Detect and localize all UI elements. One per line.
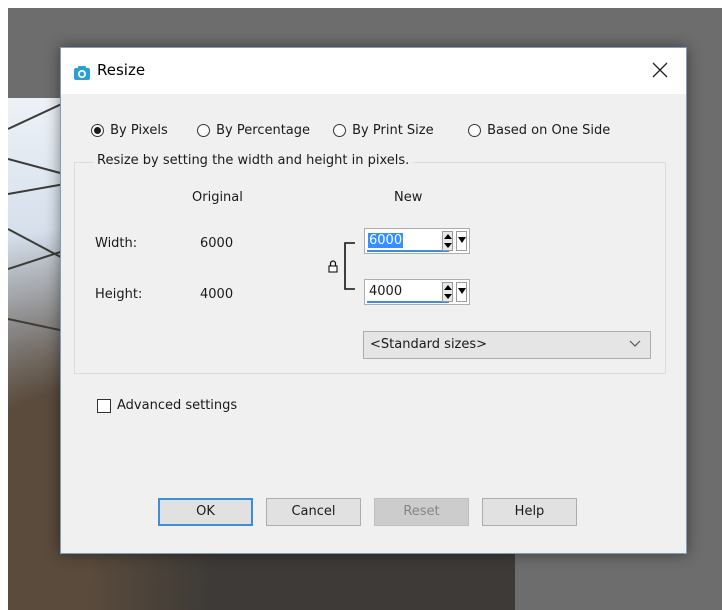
- radio-by-percentage[interactable]: By Percentage: [197, 123, 310, 141]
- close-icon[interactable]: [648, 58, 672, 82]
- advanced-settings-label[interactable]: Advanced settings: [117, 398, 237, 413]
- height-label: Height:: [95, 287, 143, 302]
- height-new-value[interactable]: 4000: [369, 284, 402, 299]
- radio-by-print-size[interactable]: By Print Size: [333, 123, 434, 141]
- increment-arrow-icon[interactable]: [444, 234, 452, 239]
- standard-sizes-dropdown[interactable]: <Standard sizes>: [363, 331, 651, 359]
- radio-button[interactable]: [91, 124, 104, 137]
- width-spinbox[interactable]: 6000: [364, 228, 470, 254]
- width-label: Width:: [95, 236, 138, 251]
- resize-dialog: Resize By Pixels By Percentage By Print …: [60, 47, 687, 554]
- decrement-arrow-icon[interactable]: [444, 294, 452, 299]
- dialog-title: Resize: [97, 61, 146, 79]
- increment-arrow-icon[interactable]: [444, 285, 452, 290]
- column-header-new: New: [394, 190, 423, 205]
- width-stepper[interactable]: [442, 231, 453, 251]
- radio-by-pixels[interactable]: By Pixels: [91, 123, 168, 141]
- group-caption: Resize by setting the width and height i…: [93, 153, 414, 168]
- height-spinbox[interactable]: 4000: [364, 279, 470, 305]
- width-preset-arrow-icon[interactable]: [456, 231, 467, 251]
- column-header-original: Original: [192, 190, 243, 205]
- reset-button: Reset: [374, 498, 469, 526]
- radio-label: Based on One Side: [487, 123, 611, 138]
- radio-label: By Percentage: [216, 123, 311, 138]
- radio-label: By Print Size: [352, 123, 434, 138]
- camera-icon: [73, 65, 91, 85]
- height-original-value: 4000: [200, 287, 234, 302]
- radio-button[interactable]: [468, 124, 481, 137]
- spinbox-underline: [367, 250, 449, 252]
- width-original-value: 6000: [200, 236, 234, 251]
- width-new-value[interactable]: 6000: [368, 233, 404, 248]
- radio-label: By Pixels: [110, 123, 168, 138]
- title-bar: Resize: [61, 48, 686, 94]
- dropdown-selected-value: <Standard sizes>: [370, 337, 488, 352]
- radio-based-on-one-side[interactable]: Based on One Side: [468, 123, 610, 141]
- padlock-icon[interactable]: [328, 260, 338, 277]
- radio-button[interactable]: [197, 124, 210, 137]
- spinbox-underline: [367, 301, 449, 303]
- ok-button[interactable]: OK: [158, 498, 253, 526]
- advanced-settings-checkbox[interactable]: [97, 399, 111, 413]
- cancel-button[interactable]: Cancel: [266, 498, 361, 526]
- height-stepper[interactable]: [442, 282, 453, 302]
- help-button[interactable]: Help: [482, 498, 577, 526]
- decrement-arrow-icon[interactable]: [444, 243, 452, 248]
- height-preset-arrow-icon[interactable]: [456, 282, 467, 302]
- radio-button[interactable]: [333, 124, 346, 137]
- chevron-down-icon[interactable]: [629, 338, 641, 351]
